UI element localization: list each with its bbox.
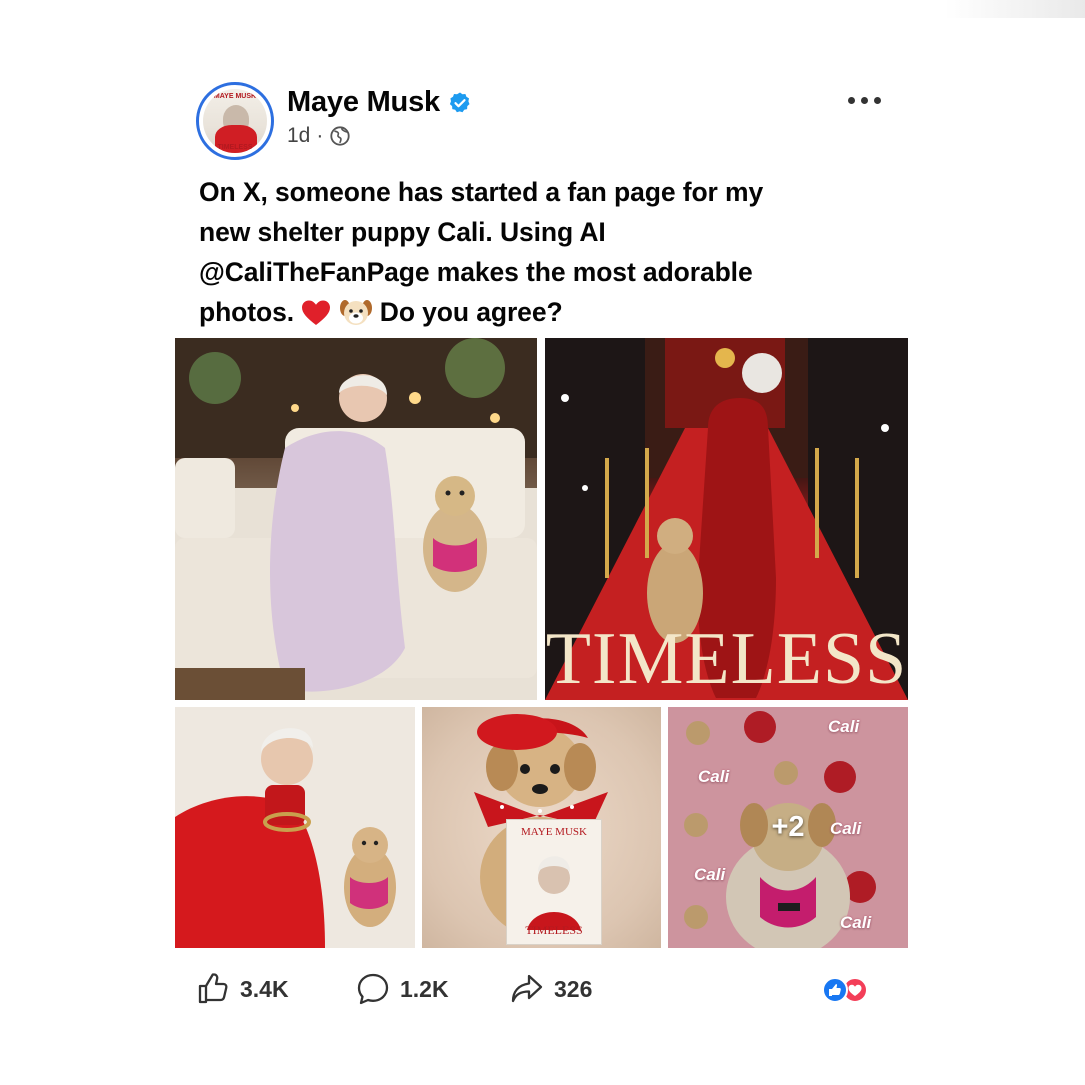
author-name[interactable]: Maye Musk: [287, 86, 440, 119]
like-reaction-icon: [822, 977, 848, 1003]
caption-line-4: photos. Do you agree?: [199, 292, 899, 332]
comment-button[interactable]: 1.2K: [356, 972, 449, 1006]
author-row: Maye Musk: [287, 86, 472, 119]
like-count: 3.4K: [240, 975, 289, 1002]
caption-line-1: On X, someone has started a fan page for…: [199, 177, 764, 207]
share-count: 326: [554, 975, 593, 1002]
comment-bubble-icon: [357, 973, 389, 1005]
more-dot-icon: [861, 96, 868, 104]
share-arrow-icon: [511, 974, 543, 1003]
avatar-book-top-text: MAYE MUSK: [213, 93, 257, 100]
photo-more-overlay[interactable]: Cali Cali Cali Cali Cali +2: [668, 707, 908, 948]
post-meta: 1d ·: [287, 124, 351, 148]
more-dot-icon: [874, 96, 881, 104]
caption-line-3[interactable]: @CaliTheFanPage makes the most adorable: [199, 252, 899, 292]
like-button[interactable]: 3.4K: [196, 972, 289, 1006]
verified-badge-icon: [449, 92, 470, 112]
avatar-image: MAYE MUSK TIMELESS: [203, 89, 267, 153]
post-time[interactable]: 1d: [287, 124, 310, 148]
facebook-post: MAYE MUSK TIMELESS Maye Musk 1d · On X, …: [0, 0, 1085, 1085]
photo-1-illustration: [175, 338, 537, 700]
meta-separator: ·: [316, 124, 324, 147]
post-caption: On X, someone has started a fan page for…: [199, 172, 899, 332]
globe-icon: [330, 126, 350, 146]
timeless-overlay-title: TIMELESS: [545, 618, 908, 700]
author-avatar[interactable]: MAYE MUSK TIMELESS: [196, 82, 274, 160]
more-dot-icon: [848, 96, 855, 104]
photo-seated-with-dog[interactable]: [175, 338, 537, 700]
share-button[interactable]: 326: [510, 972, 592, 1006]
photo-red-carpet[interactable]: TIMELESS: [545, 338, 908, 700]
caption-tail: Do you agree?: [379, 297, 563, 327]
caption-line-2: new shelter puppy Cali. Using AI: [199, 217, 606, 247]
book-bottom-title: TIMELESS: [525, 923, 583, 937]
comment-count: 1.2K: [400, 975, 449, 1002]
thumbs-up-icon: [198, 973, 228, 1004]
reaction-summary[interactable]: [822, 977, 868, 1003]
avatar-book-bottom-text: TIMELESS: [217, 144, 253, 151]
photo-dog-with-book[interactable]: MAYE MUSK TIMELESS: [422, 707, 661, 948]
photo-3-illustration: [175, 707, 415, 948]
caption-line-4-text: photos.: [199, 297, 294, 327]
dog-face-icon: [339, 300, 372, 325]
more-photos-count: +2: [771, 811, 805, 843]
photo-red-suit-with-dog[interactable]: [175, 707, 415, 948]
red-heart-icon: [302, 300, 331, 325]
book-cover: MAYE MUSK TIMELESS: [506, 819, 602, 945]
more-options-button[interactable]: [848, 93, 886, 107]
post-actions: 3.4K 1.2K 326: [196, 972, 896, 1012]
